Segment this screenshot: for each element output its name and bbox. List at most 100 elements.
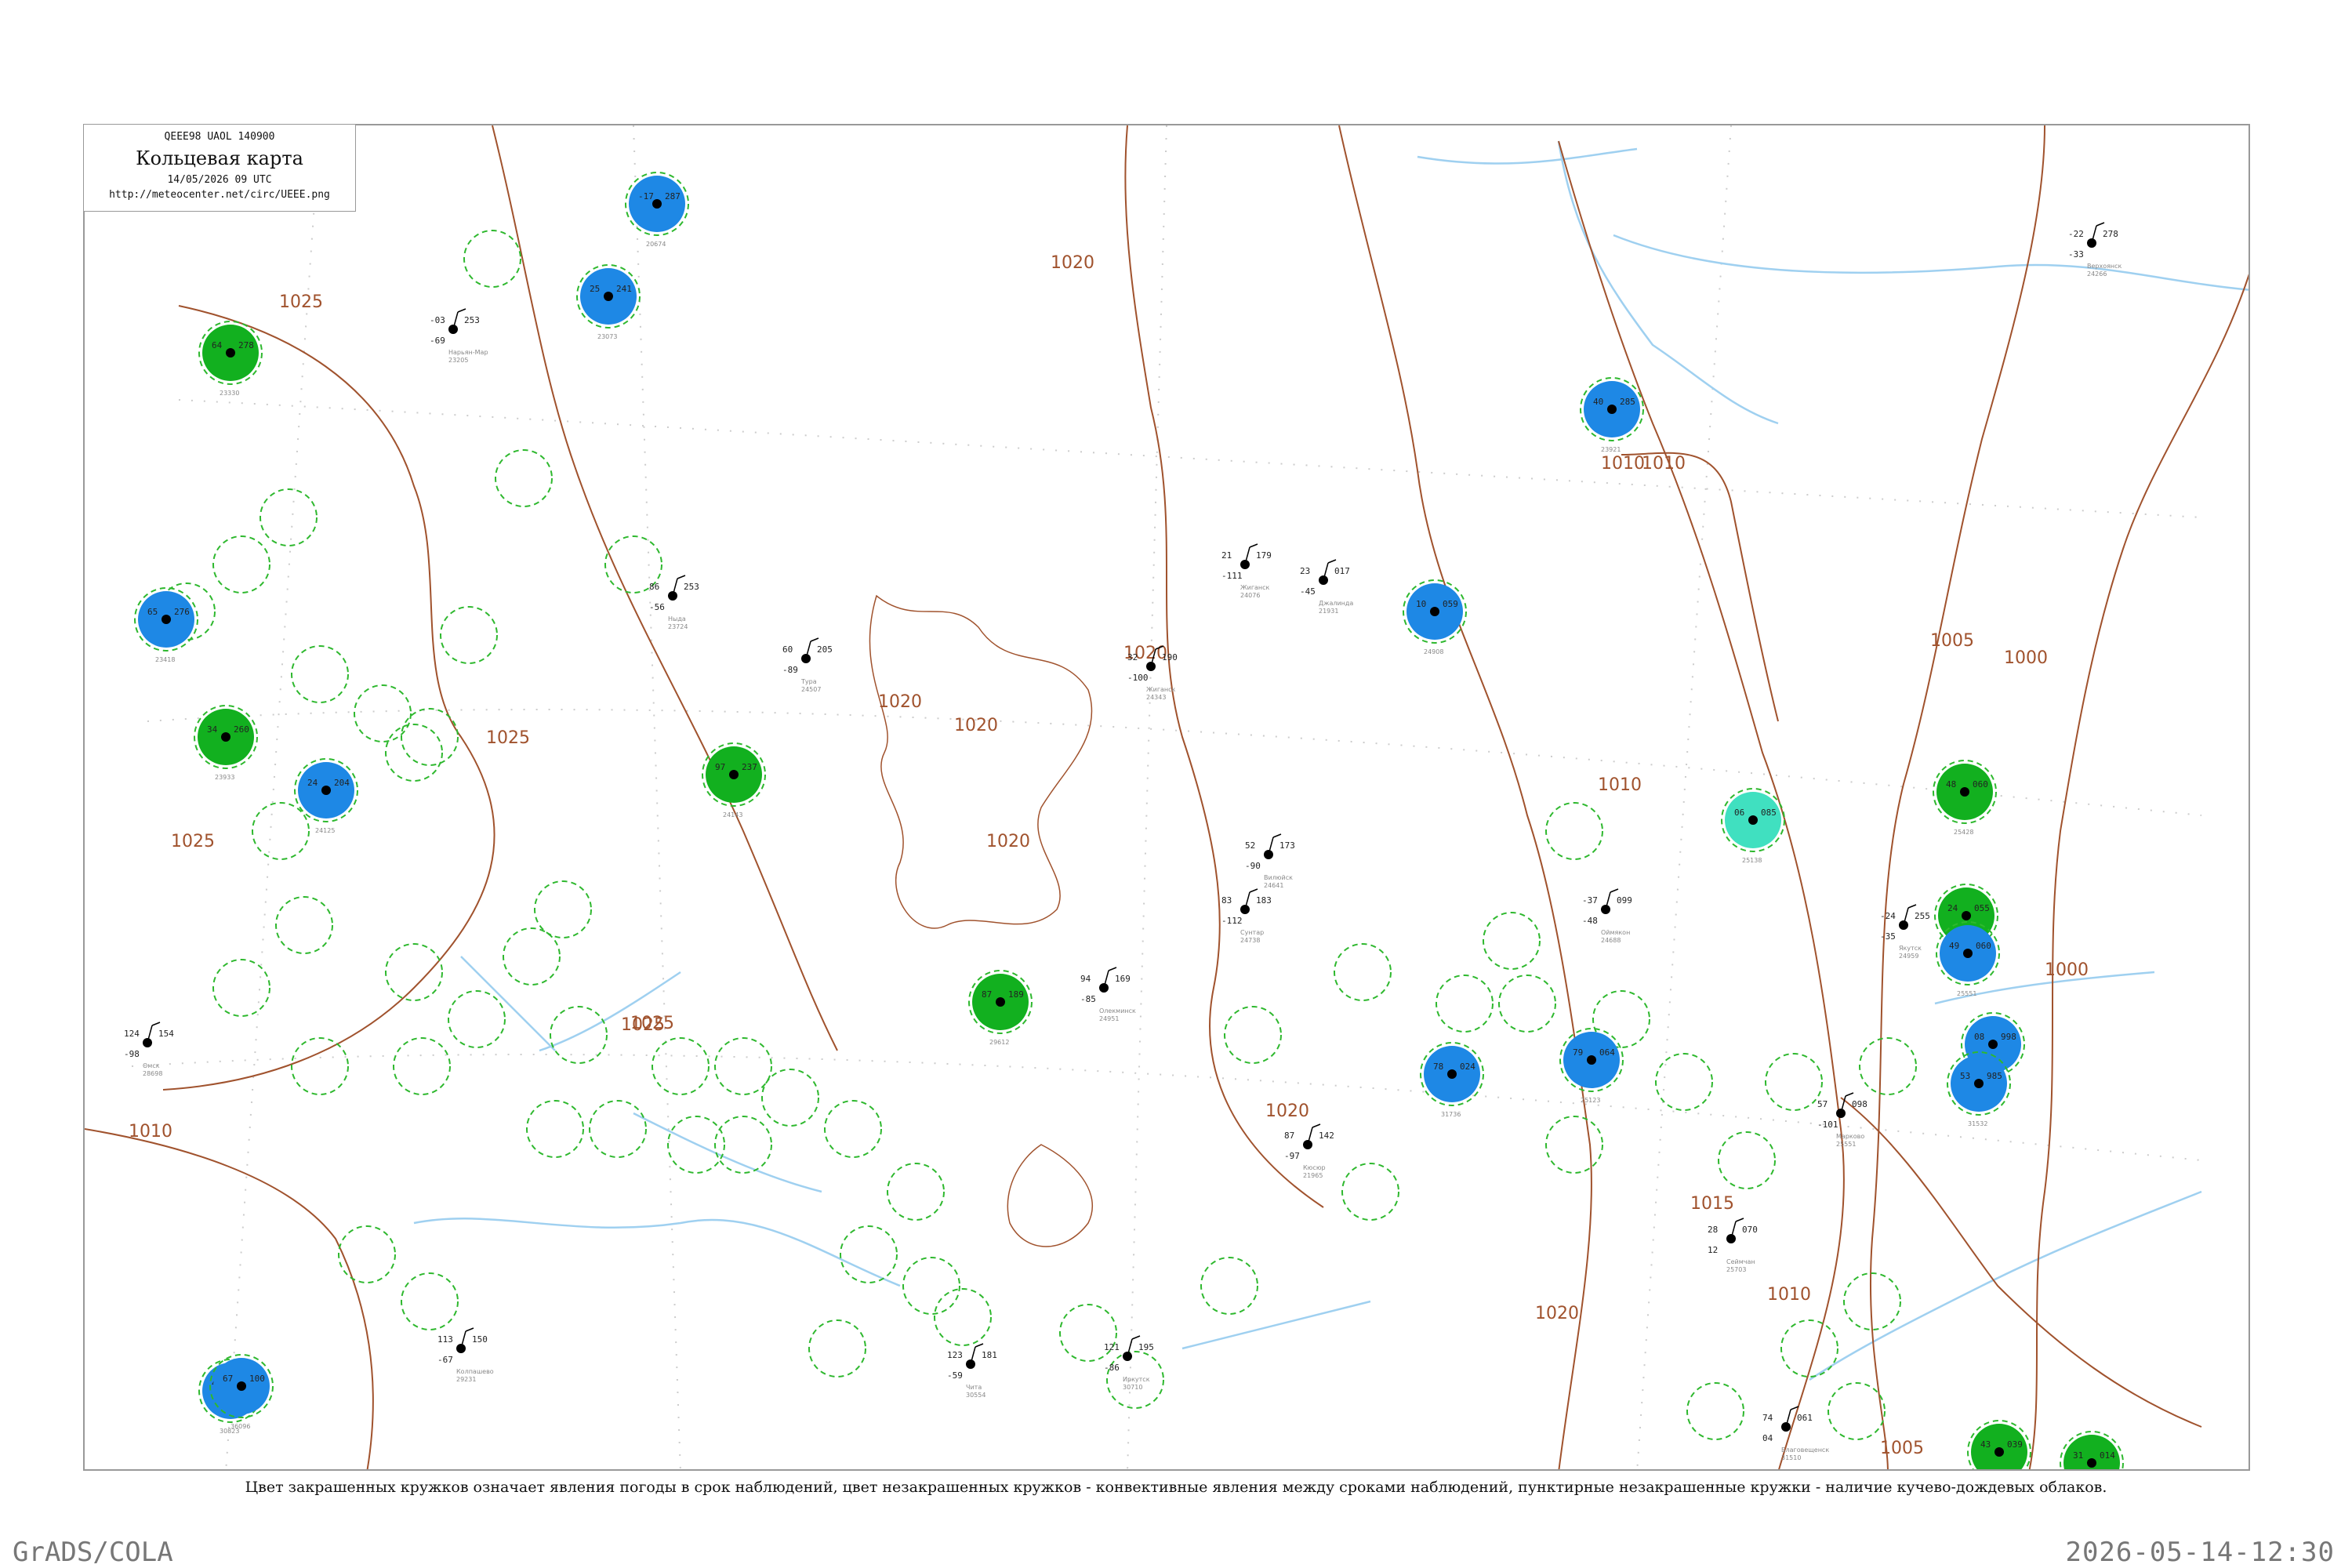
cb-ring bbox=[1655, 1053, 1713, 1111]
isobars bbox=[85, 125, 2249, 1469]
weather-circles: -17 287 20674 25 241 23073 64 278 23330 65 276 2341… bbox=[134, 172, 2124, 1471]
station-pressure: 098 bbox=[1852, 1099, 1867, 1109]
station-plot[interactable]: 52 173 -90Вилюйск24641 bbox=[1245, 833, 1295, 889]
cb-cloud-rings bbox=[158, 230, 1917, 1440]
cb-ring bbox=[338, 1225, 396, 1283]
cb-ring bbox=[652, 1037, 710, 1095]
station-id: 25703 bbox=[1726, 1266, 1746, 1273]
weather-circle-station[interactable]: -17 287 20674 bbox=[625, 172, 689, 248]
station-id: 24908 bbox=[1424, 648, 1443, 655]
station-plot[interactable]: 124 154 -98Омск28698 bbox=[124, 1022, 174, 1077]
station-plot[interactable]: 60 205 -89Тура24507 bbox=[782, 637, 833, 693]
synoptic-map[interactable]: 1025 1020 1020 1020 1020 1025 1025 1020 … bbox=[85, 125, 2250, 1471]
station-dewpoint: -97 bbox=[1284, 1151, 1300, 1161]
station-id: 28698 bbox=[143, 1070, 162, 1077]
station-temp: 49 bbox=[1949, 941, 1959, 951]
weather-circle-station[interactable]: 06 085 25138 bbox=[1721, 788, 1785, 864]
weather-circle-station[interactable]: 25 241 23073 bbox=[576, 264, 641, 340]
station-name: Жиганск bbox=[1240, 584, 1270, 591]
station-plot[interactable]: 94 169 -85Олекминск24951 bbox=[1080, 967, 1136, 1022]
cb-ring bbox=[824, 1100, 882, 1158]
station-plot[interactable]: 21 179 -111 Жиганск24076 bbox=[1221, 543, 1272, 599]
station-pressure: 998 bbox=[2001, 1032, 2016, 1042]
station-name: Нарьян-Мар bbox=[448, 349, 488, 356]
station-pressure: 287 bbox=[665, 191, 681, 201]
station-plot[interactable]: 121 195 -86Иркутск30710 bbox=[1104, 1335, 1154, 1391]
station-temp: 53 bbox=[1960, 1071, 1970, 1081]
station-dewpoint: -90 bbox=[1245, 861, 1261, 871]
stations-layer: -24 255-35Якутск24959 -22 278-33Верхоянск24… bbox=[124, 222, 2122, 1461]
station-pressure: 154 bbox=[158, 1029, 174, 1039]
weather-circle-station[interactable]: 97 237 24143 bbox=[702, 742, 766, 818]
cb-ring bbox=[503, 927, 561, 985]
weather-circle-station[interactable]: 78 024 31736 bbox=[1420, 1042, 1484, 1118]
cb-ring bbox=[1483, 912, 1541, 970]
bulletin-code: QEEE98 UAOL 140900 bbox=[164, 131, 275, 143]
station-temp: 08 bbox=[1974, 1032, 1984, 1042]
grads-label: GrADS/COLA bbox=[13, 1537, 173, 1568]
station-pressure: 173 bbox=[1279, 840, 1295, 851]
station-plot[interactable]: -37 099 -48Оймякон24688 bbox=[1582, 888, 1632, 944]
station-plot[interactable]: 87 142 -97Кюсюр21965 bbox=[1284, 1123, 1334, 1179]
station-pressure: 253 bbox=[464, 315, 480, 325]
station-dot bbox=[1447, 1069, 1457, 1079]
station-dewpoint: 12 bbox=[1708, 1245, 1718, 1255]
cb-ring bbox=[212, 535, 270, 593]
station-plot[interactable]: 123 181 -59Чита30554 bbox=[947, 1343, 997, 1399]
station-temp: 124 bbox=[124, 1029, 140, 1039]
weather-circle-station[interactable]: 87 189 29612 bbox=[968, 970, 1033, 1046]
weather-circle-station[interactable]: 10 059 24908 bbox=[1403, 579, 1467, 655]
weather-circle-station[interactable]: 24 204 24125 bbox=[294, 758, 358, 834]
cb-ring bbox=[1341, 1163, 1399, 1221]
cb-ring bbox=[1718, 1131, 1776, 1189]
rivers bbox=[413, 140, 2249, 1381]
station-plot[interactable]: 113 150 -67Колпашево29231 bbox=[437, 1327, 494, 1383]
cb-ring bbox=[714, 1037, 772, 1095]
station-name: Благовещенск bbox=[1781, 1446, 1829, 1454]
station-temp: 24 bbox=[307, 778, 318, 788]
isobar-label: 1010 bbox=[1767, 1285, 1811, 1305]
weather-circle-station[interactable]: 40 285 23921 bbox=[1580, 377, 1644, 453]
station-temp: -37 bbox=[1582, 895, 1598, 906]
station-pressure: 205 bbox=[817, 644, 833, 655]
station-temp: 10 bbox=[1416, 599, 1426, 609]
station-dot bbox=[1748, 815, 1758, 825]
weather-circle-station[interactable]: 48 060 25428 bbox=[1933, 760, 1997, 836]
station-pressure: 059 bbox=[1443, 599, 1458, 609]
station-plot[interactable]: 28 070 12 Сеймчан25703 bbox=[1708, 1218, 1758, 1273]
weather-circle-station[interactable]: 65 276 23418 bbox=[134, 587, 198, 663]
station-plot[interactable]: 83 183 -112 Сунтар24738 bbox=[1221, 888, 1272, 944]
station-dot bbox=[237, 1381, 246, 1391]
weather-circle-station[interactable]: 79 064 25123 bbox=[1559, 1028, 1624, 1104]
weather-circle-station[interactable]: 4303931735 bbox=[1967, 1420, 2031, 1471]
station-pressure: 237 bbox=[742, 762, 757, 772]
station-id: 21931 bbox=[1319, 608, 1338, 615]
isobar-label: 1005 bbox=[1880, 1439, 1924, 1458]
station-plot[interactable]: 86 253 -56Ныда23724 bbox=[649, 575, 699, 630]
weather-circle-station[interactable]: 64 278 23330 bbox=[198, 321, 263, 397]
station-plot[interactable]: 23 017 -45Джалинда21931 bbox=[1300, 559, 1353, 615]
station-pressure: 189 bbox=[1008, 989, 1024, 1000]
station-id: 25428 bbox=[1954, 829, 1973, 836]
station-dewpoint: -45 bbox=[1300, 586, 1316, 597]
station-name: Джалинда bbox=[1319, 600, 1353, 607]
station-temp: 86 bbox=[649, 582, 659, 592]
station-pressure: 985 bbox=[1987, 1071, 2002, 1081]
cb-ring bbox=[252, 802, 310, 860]
cb-ring bbox=[1200, 1257, 1258, 1315]
station-pressure: 024 bbox=[1460, 1062, 1475, 1072]
station-plot[interactable]: -03 253 -69Нарьян-Мар23205 bbox=[430, 308, 488, 364]
station-id: 21965 bbox=[1303, 1172, 1323, 1179]
station-dewpoint: -56 bbox=[649, 602, 665, 612]
source-url[interactable]: http://meteocenter.net/circ/UEEE.png bbox=[84, 189, 355, 201]
weather-circle-station[interactable]: 34 260 23933 bbox=[194, 705, 258, 781]
station-plot[interactable]: -22 278 -33Верхоянск24266 bbox=[2068, 222, 2122, 278]
station-pressure: 276 bbox=[174, 607, 190, 617]
station-plot[interactable]: 57 098 -101 Марково25551 bbox=[1817, 1092, 1867, 1148]
cb-ring bbox=[260, 488, 318, 546]
station-id: 25551 bbox=[1836, 1141, 1856, 1148]
station-dot bbox=[226, 348, 235, 358]
weather-circle-station[interactable]: 3101431707 bbox=[2060, 1431, 2124, 1471]
station-id: 24688 bbox=[1601, 937, 1621, 944]
station-plot[interactable]: -24 255 -35Якутск24959 bbox=[1880, 904, 1930, 960]
